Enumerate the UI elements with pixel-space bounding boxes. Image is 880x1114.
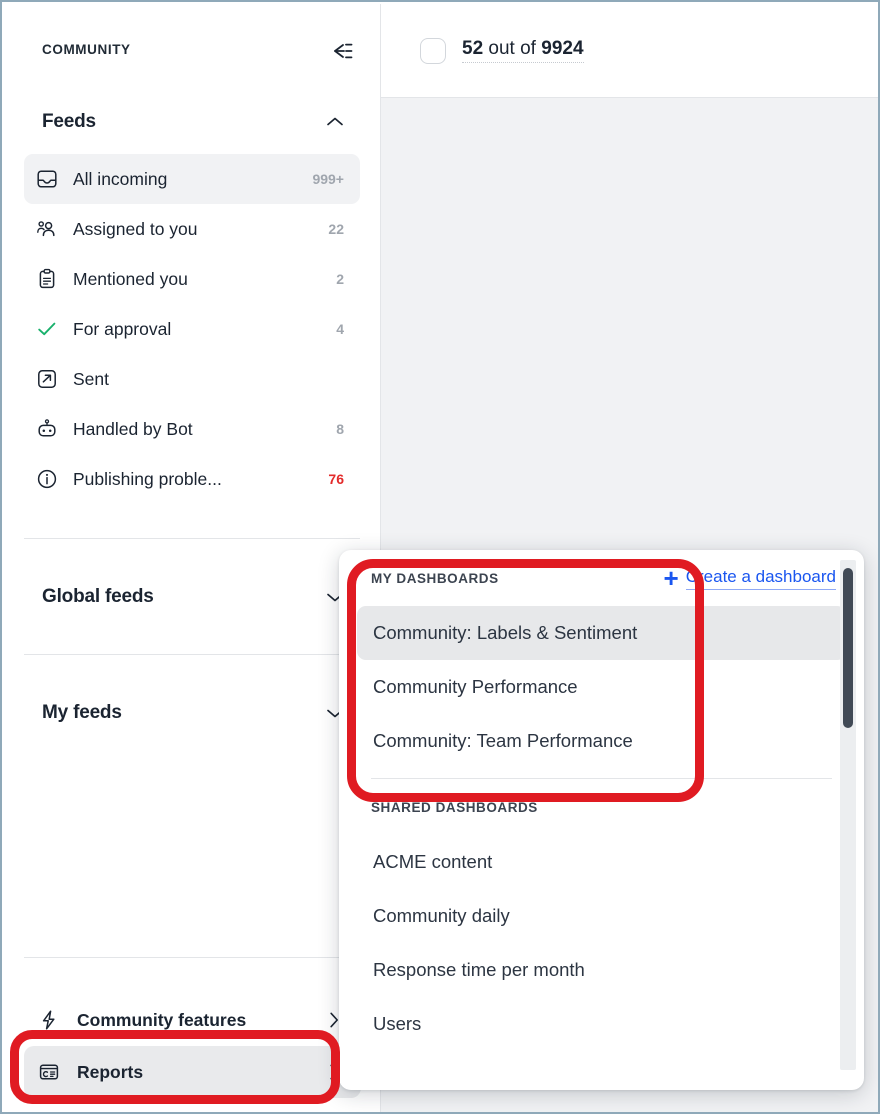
sidebar-section-my-feeds[interactable]: My feeds [4,655,380,770]
sidebar-item-label: All incoming [73,169,304,190]
panel-scrollbar-thumb[interactable] [843,568,853,728]
sidebar-item-label: Community features [77,1010,323,1031]
dashboard-item[interactable]: Community Performance [357,660,846,714]
create-dashboard-button[interactable]: + Create a dashboard [664,565,836,591]
selection-middle-text: out of [483,38,541,59]
selection-toolbar: 52 out of 9924 [381,4,880,98]
sidebar-item-label: Handled by Bot [73,419,328,440]
my-feeds-title: My feeds [42,702,122,724]
dashboard-item[interactable]: Response time per month [357,943,846,997]
check-icon [36,317,64,341]
sidebar-item-community-features[interactable]: Community features [24,994,361,1046]
sidebar-item-count: 8 [336,421,344,437]
workspace-title: COMMUNITY [42,42,131,57]
sidebar-item-count: 999+ [312,171,344,187]
sidebar-item-label: For approval [73,319,328,340]
users-icon [36,217,64,241]
dashboard-item[interactable]: ACME content [357,835,846,889]
feeds-section-header[interactable]: Feeds [4,100,380,144]
dashboard-item[interactable]: Community: Team Performance [357,714,846,768]
dashboards-dropdown-panel: MY DASHBOARDS + Create a dashboard Commu… [339,550,864,1090]
sent-icon [36,367,64,391]
total-count: 9924 [541,38,583,59]
divider [24,957,361,958]
my-dashboards-heading: MY DASHBOARDS [371,571,499,586]
selection-count[interactable]: 52 out of 9924 [462,38,584,63]
sidebar-item-handled-by-bot[interactable]: Handled by Bot 8 [24,404,360,454]
plus-icon: + [664,565,679,591]
sidebar-item-for-approval[interactable]: For approval 4 [24,304,360,354]
info-icon [36,467,64,491]
sidebar-item-label: Assigned to you [73,219,320,240]
sidebar-item-label: Mentioned you [73,269,328,290]
chevron-up-icon[interactable] [324,111,346,133]
panel-scrollbar[interactable] [840,560,856,1070]
report-icon [38,1060,66,1084]
sidebar-item-count: 76 [328,471,344,487]
sidebar-item-label: Sent [73,369,336,390]
sidebar-item-count: 4 [336,321,344,337]
collapse-sidebar-icon[interactable] [326,36,356,66]
sidebar-item-mentioned-you[interactable]: Mentioned you 2 [24,254,360,304]
dashboard-item[interactable]: Community: Labels & Sentiment [357,606,846,660]
robot-icon [36,417,64,441]
feeds-section-title: Feeds [42,111,96,133]
sidebar-item-reports[interactable]: Reports [24,1046,361,1098]
sidebar-item-label: Reports [77,1062,323,1083]
select-all-checkbox[interactable] [420,38,446,64]
shared-dashboards-header: SHARED DASHBOARDS [339,779,864,835]
inbox-icon [36,167,64,191]
feeds-list: All incoming 999+ Assigned to you 22 [4,154,380,504]
global-feeds-title: Global feeds [42,586,154,608]
dashboard-item[interactable]: Users [357,997,846,1051]
sidebar-item-count: 2 [336,271,344,287]
sidebar-item-assigned-to-you[interactable]: Assigned to you 22 [24,204,360,254]
sidebar-item-publishing-problems[interactable]: Publishing proble... 76 [24,454,360,504]
sidebar-item-label: Publishing proble... [73,469,320,490]
my-dashboards-header: MY DASHBOARDS + Create a dashboard [339,550,864,606]
my-dashboards-list: Community: Labels & Sentiment Community … [339,606,864,768]
sidebar: COMMUNITY Feeds [4,4,381,1114]
sidebar-bottom: Community features Reports [4,957,381,1114]
sidebar-item-all-incoming[interactable]: All incoming 999+ [24,154,360,204]
clipboard-icon [36,267,64,291]
lightning-icon [38,1008,66,1032]
dashboard-item[interactable]: Community daily [357,889,846,943]
sidebar-item-count: 22 [328,221,344,237]
shared-dashboards-heading: SHARED DASHBOARDS [371,800,538,815]
sidebar-item-sent[interactable]: Sent [24,354,360,404]
sidebar-section-global-feeds[interactable]: Global feeds [4,539,380,654]
app-window: COMMUNITY Feeds [0,0,880,1114]
sidebar-header: COMMUNITY [4,4,380,100]
selected-count: 52 [462,38,483,59]
create-dashboard-label: Create a dashboard [686,567,836,590]
shared-dashboards-list: ACME content Community daily Response ti… [339,835,864,1051]
